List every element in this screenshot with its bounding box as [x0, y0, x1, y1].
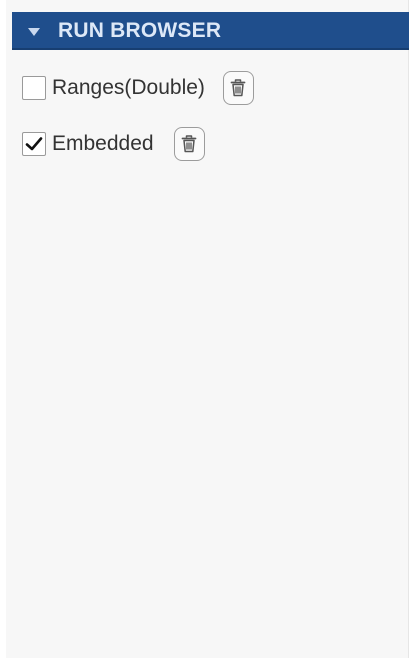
- run-browser-panel: RUN BROWSER Ranges(Double) Embedded: [0, 0, 409, 658]
- trash-icon: [231, 79, 246, 97]
- run-label: Ranges(Double): [52, 76, 205, 99]
- panel-title: RUN BROWSER: [58, 19, 222, 42]
- run-row: Embedded: [12, 116, 409, 172]
- trash-icon: [181, 135, 197, 153]
- run-label: Embedded: [52, 132, 154, 155]
- checkmark-icon: [25, 137, 43, 151]
- run-list: Ranges(Double) Embedded: [12, 60, 409, 172]
- run-row: Ranges(Double): [12, 60, 409, 116]
- collapse-triangle-icon[interactable]: [28, 28, 40, 36]
- run-checkbox[interactable]: [22, 76, 46, 100]
- delete-run-button[interactable]: [173, 127, 205, 161]
- run-browser-header[interactable]: RUN BROWSER: [12, 12, 409, 50]
- run-checkbox[interactable]: [22, 132, 46, 156]
- delete-run-button[interactable]: [222, 71, 254, 105]
